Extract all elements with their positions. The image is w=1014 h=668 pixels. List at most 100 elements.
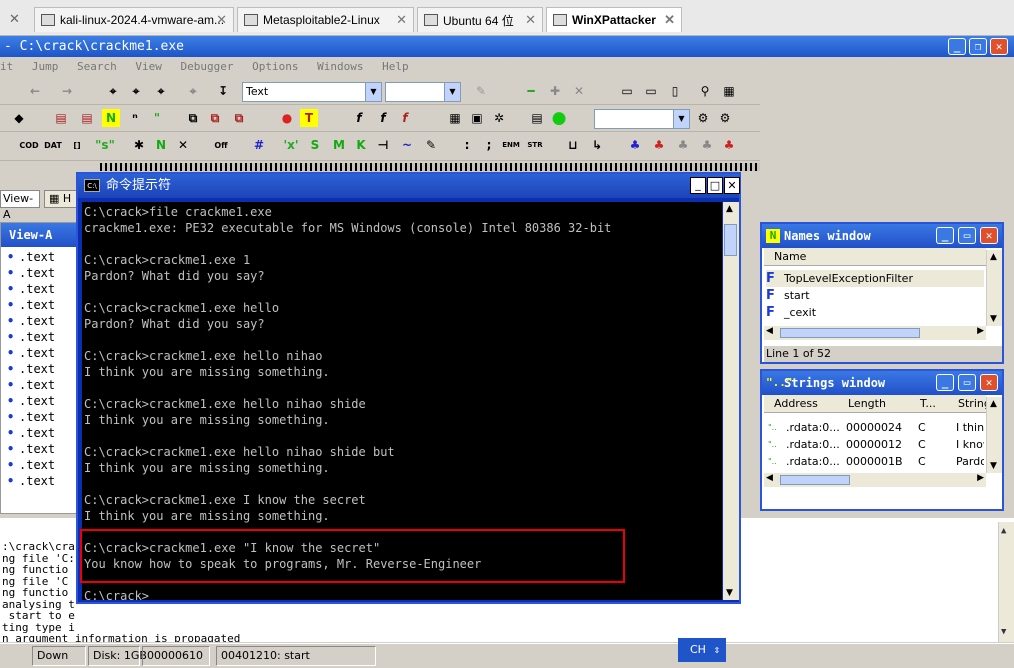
minimize-button[interactable]: _ xyxy=(690,177,706,194)
rename-icon[interactable]: ⁿ xyxy=(126,109,144,127)
char-icon[interactable]: 'x' xyxy=(282,136,300,154)
pencil-icon[interactable]: ✎ xyxy=(472,82,490,100)
ida-view-panel[interactable]: View-A • .text • .text • .text • .text • .text • .t… xyxy=(0,222,78,514)
ida-view-row[interactable]: • .text xyxy=(7,409,55,425)
scroll-thumb[interactable] xyxy=(780,328,920,338)
code-icon[interactable]: ▤ xyxy=(52,109,70,127)
output-scrollbar[interactable]: ▲ ▼ xyxy=(998,522,1014,642)
function-icon[interactable]: f xyxy=(374,109,392,127)
tree-icon[interactable]: ♣ xyxy=(720,136,738,154)
tree-icon[interactable]: ♣ xyxy=(698,136,716,154)
ida-view-row[interactable]: • .text xyxy=(7,377,55,393)
scroll-right-icon[interactable]: ▶ xyxy=(977,326,984,336)
scroll-up-icon[interactable]: ▲ xyxy=(1001,526,1006,538)
string-icon[interactable]: "s" xyxy=(95,136,115,154)
close-icon[interactable]: ✕ xyxy=(525,12,536,28)
ida-view-row[interactable]: • .text xyxy=(7,473,55,489)
ime-indicator[interactable]: CH ⇕ xyxy=(678,638,726,662)
zoom-out-icon[interactable]: ━ xyxy=(522,82,540,100)
strings-column-header[interactable]: Address Length T... String xyxy=(764,395,991,413)
names-row[interactable]: F TopLevelExceptionFilter xyxy=(766,270,984,287)
cod-icon[interactable]: COD xyxy=(19,136,38,154)
strings-row[interactable]: ".. .rdata:0... 0000001B C Pardo xyxy=(766,453,984,470)
text-type-combo[interactable]: Text ▼ xyxy=(242,82,382,102)
struct-icon[interactable]: ⧉ xyxy=(184,109,202,127)
menu-edit[interactable]: it xyxy=(0,60,13,73)
tree-icon[interactable]: ♣ xyxy=(650,136,668,154)
scroll-up-icon[interactable]: ▲ xyxy=(990,252,997,262)
search-text-icon[interactable]: ⌖ xyxy=(152,82,170,100)
tab-view-a[interactable]: View-A xyxy=(0,190,40,221)
cmd-window[interactable]: C:\ 命令提示符 _ □ ✕ C:\crack>file crackme1.e… xyxy=(76,172,741,604)
names-scrollbar[interactable]: ▲ ▼ xyxy=(986,250,1002,326)
ida-view-row[interactable]: • .text xyxy=(7,425,55,441)
close-icon[interactable]: ✕ xyxy=(664,12,675,28)
scroll-right-icon[interactable]: ▶ xyxy=(977,473,984,483)
vm-tab-ubuntu[interactable]: Ubuntu 64 位 ✕ xyxy=(417,7,543,32)
cancel-icon[interactable]: ✕ xyxy=(570,82,588,100)
scroll-thumb[interactable] xyxy=(724,224,737,256)
graph-icon[interactable]: ⚲ xyxy=(696,82,714,100)
menu-search[interactable]: Search xyxy=(77,60,117,73)
grid-icon[interactable]: ▦ xyxy=(720,82,738,100)
green-circle-icon[interactable]: ● xyxy=(550,108,568,128)
strings-row[interactable]: ".. .rdata:0... 00000024 C I think xyxy=(766,419,984,436)
struct-icon[interactable]: ⧉ xyxy=(230,109,248,127)
t-icon[interactable]: T xyxy=(300,109,318,127)
scroll-left-icon[interactable]: ◀ xyxy=(766,473,773,483)
vm-tab-metasploitable[interactable]: Metasploitable2-Linux ✕ xyxy=(237,7,414,32)
menu-windows[interactable]: Windows xyxy=(317,60,363,73)
function-icon[interactable]: f xyxy=(350,109,368,127)
doc-icon[interactable]: ▤ xyxy=(528,109,546,127)
forward-icon[interactable]: → xyxy=(58,82,76,100)
debugger-combo[interactable]: ▼ xyxy=(594,109,690,129)
navigation-band[interactable] xyxy=(100,163,760,171)
ida-view-row[interactable]: • .text xyxy=(7,313,55,329)
binoculars-icon[interactable]: ⌖ xyxy=(104,82,122,100)
ida-view-row[interactable]: • .text xyxy=(7,297,55,313)
calc-icon[interactable]: ▦ xyxy=(446,109,464,127)
jump-icon[interactable]: ↧ xyxy=(214,82,232,100)
image-icon[interactable]: ▣ xyxy=(468,109,486,127)
scroll-down-icon[interactable]: ▼ xyxy=(990,314,997,324)
close-button[interactable]: ✕ xyxy=(724,177,740,194)
gear-icon[interactable]: ✲ xyxy=(490,109,508,127)
menu-debugger[interactable]: Debugger xyxy=(181,60,234,73)
m-icon[interactable]: M xyxy=(330,136,348,154)
extra-combo[interactable]: ▼ xyxy=(385,82,461,102)
strings-scrollbar[interactable]: ▲ ▼ xyxy=(986,397,1002,473)
names-column-header[interactable]: Name xyxy=(764,248,986,266)
maximize-button[interactable]: □ xyxy=(707,177,723,194)
star-icon[interactable]: ✱ xyxy=(130,136,148,154)
search-binary-icon[interactable]: ⌖ xyxy=(184,82,202,100)
struct-icon[interactable]: ⧉ xyxy=(206,109,224,127)
menu-help[interactable]: Help xyxy=(382,60,409,73)
flow-icon[interactable]: ↳ xyxy=(588,136,606,154)
tilde-icon[interactable]: ~ xyxy=(398,136,416,154)
graph-icon[interactable]: ⊔ xyxy=(564,136,582,154)
red-circle-icon[interactable]: ● xyxy=(278,109,296,127)
close-button[interactable]: ✕ xyxy=(990,38,1008,55)
enum-icon[interactable]: ENM xyxy=(502,136,520,154)
names-hscrollbar[interactable]: ◀ ▶ xyxy=(764,326,986,340)
strings-row[interactable]: ".. .rdata:0... 00000012 C I know xyxy=(766,436,984,453)
close-icon[interactable]: ✕ xyxy=(9,12,20,27)
menu-view[interactable]: View xyxy=(135,60,162,73)
strings-hscrollbar[interactable]: ◀ ▶ xyxy=(764,473,986,487)
scroll-down-icon[interactable]: ▼ xyxy=(990,461,997,471)
menu-options[interactable]: Options xyxy=(252,60,298,73)
scroll-down-icon[interactable]: ▼ xyxy=(1001,627,1006,639)
window-icon[interactable]: ▯ xyxy=(666,82,684,100)
debug-icon[interactable]: ⚙ xyxy=(694,109,712,127)
names-window[interactable]: N Names window _ ▭ ✕ Name F TopLevelExcep… xyxy=(760,222,1004,364)
window-icon[interactable]: ▭ xyxy=(618,82,636,100)
scroll-down-icon[interactable]: ▼ xyxy=(726,588,733,598)
tree-icon[interactable]: ♣ xyxy=(626,136,644,154)
ida-view-row[interactable]: • .text xyxy=(7,393,55,409)
scroll-thumb[interactable] xyxy=(780,475,850,485)
tree-icon[interactable]: ♣ xyxy=(674,136,692,154)
maximize-button[interactable]: ❐ xyxy=(969,38,987,55)
ida-view-row[interactable]: • .text xyxy=(7,345,55,361)
strings-window[interactable]: ".." Strings window _ ▭ ✕ Address Length… xyxy=(760,369,1004,511)
maximize-button[interactable]: ▭ xyxy=(958,227,976,244)
